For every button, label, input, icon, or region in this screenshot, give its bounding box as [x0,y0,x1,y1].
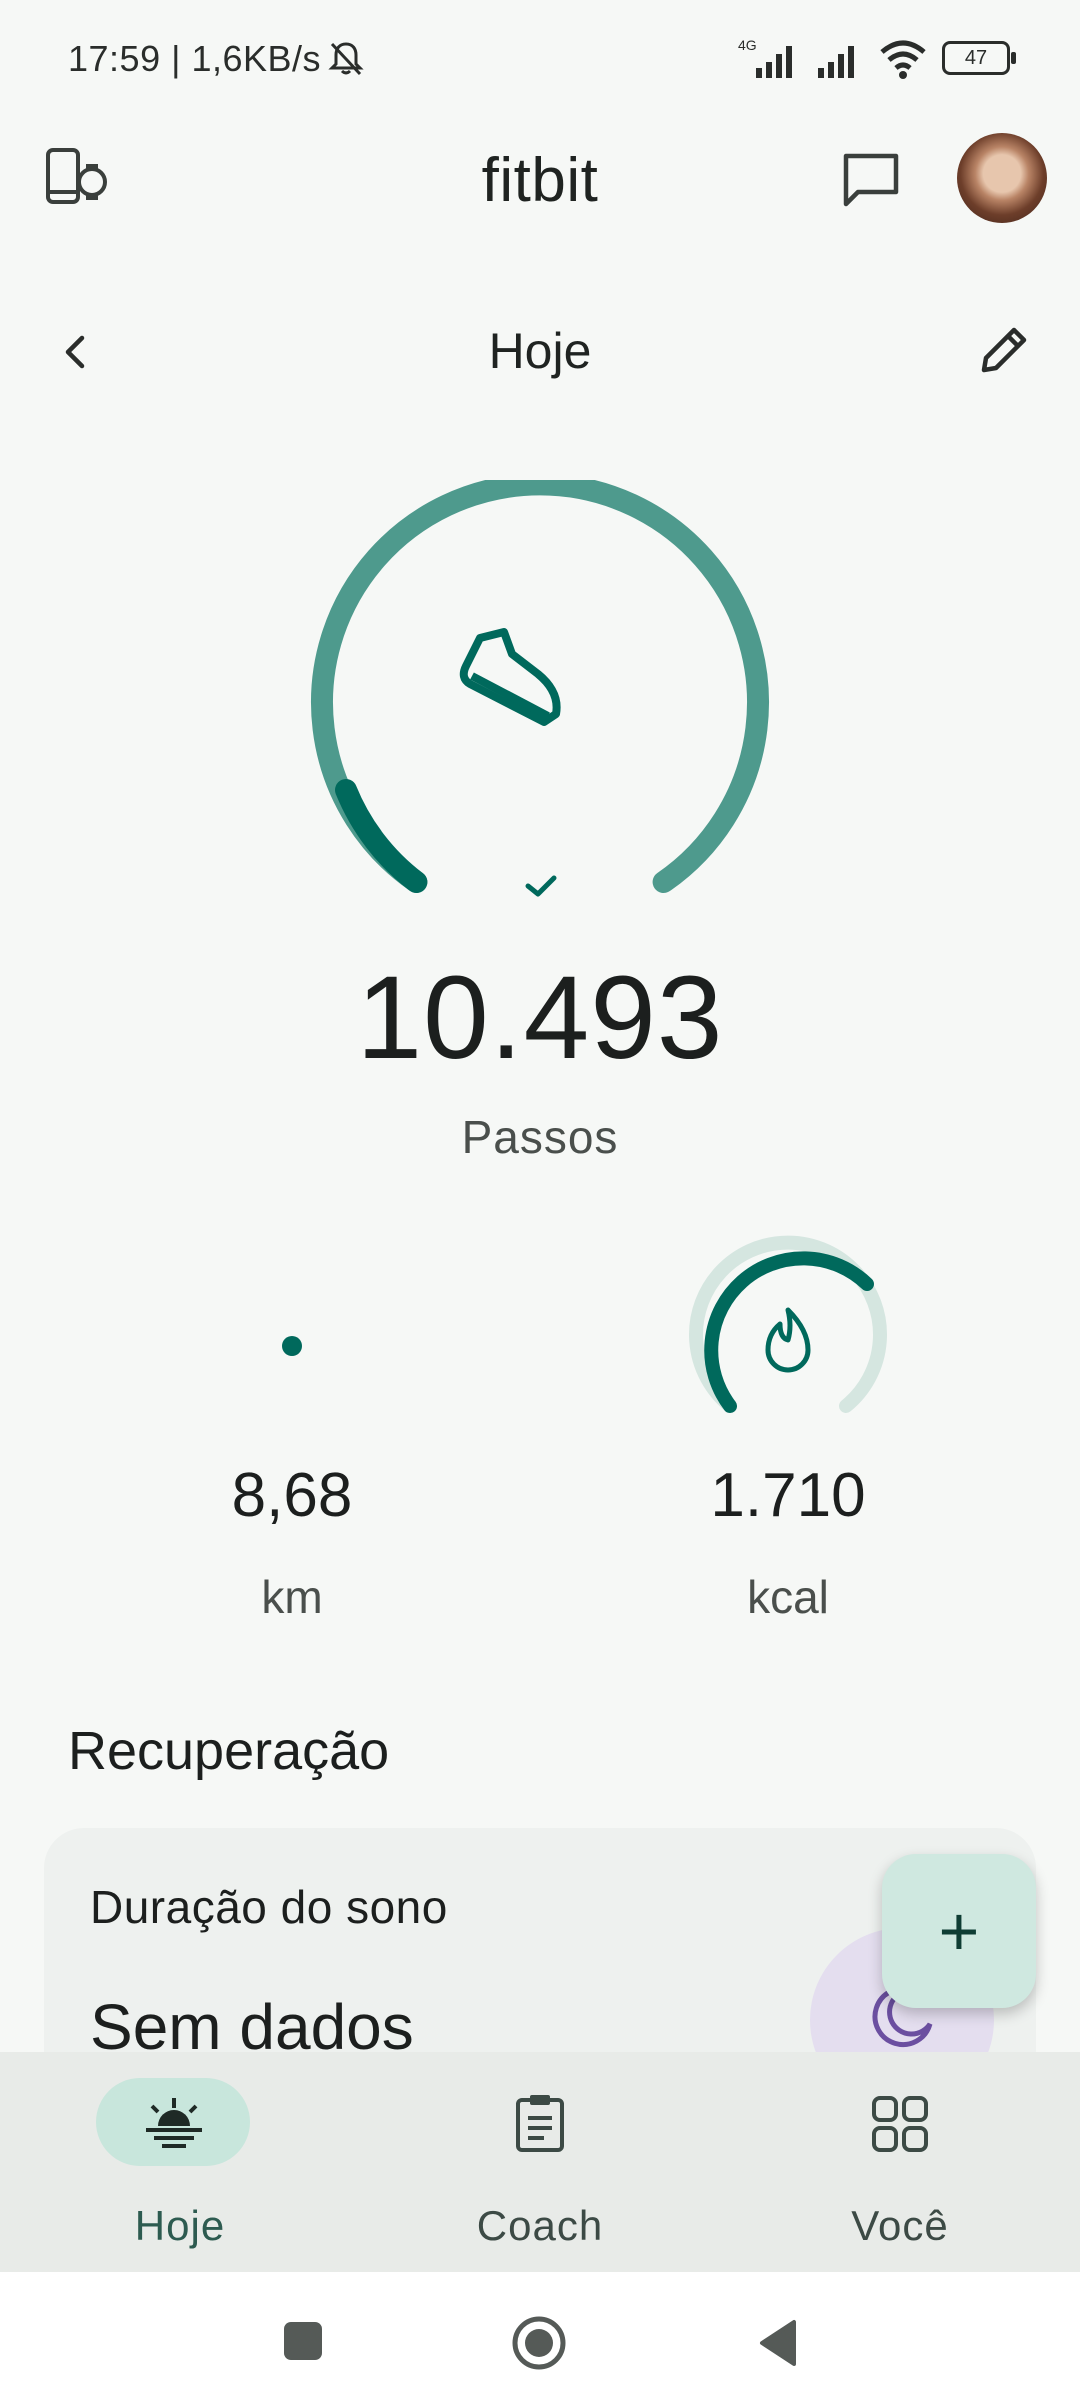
distance-stat[interactable]: 8,68 km [92,1230,492,1650]
sunrise-icon [146,2098,202,2148]
fab-label: + [938,1892,980,1970]
network-label: 4G [738,37,757,53]
home-button[interactable] [510,2314,568,2372]
steps-progress-ring[interactable] [300,480,780,920]
signal-4g-icon: 4G [738,37,792,78]
wifi-icon [880,40,926,79]
status-time-text: 17:59 | 1,6KB/s [68,38,322,79]
steps-label: Passos [461,1111,619,1163]
app-title: fitbit [481,146,599,215]
system-nav-bar [0,2272,1080,2400]
calories-unit: kcal [747,1571,829,1623]
goal-check-icon [525,875,557,897]
grid-icon [872,2096,928,2152]
calories-value: 1.710 [710,1461,866,1530]
bell-off-icon [328,42,364,76]
calories-progress-ring [689,1235,887,1413]
distance-value: 8,68 [231,1461,353,1530]
steps-value: 10.493 [356,952,724,1084]
distance-unit: km [261,1571,323,1623]
card-title: Duração do sono [90,1881,448,1933]
section-title-recovery: Recuperação [68,1721,390,1781]
signal-icon [818,46,854,78]
nav-label-voce: Você [851,2202,949,2249]
flame-icon [765,1307,811,1373]
back-button[interactable] [756,2318,800,2368]
bottom-nav: Hoje Coach Você [0,2052,1080,2272]
clipboard-icon [516,2095,564,2152]
page-title: Hoje [488,323,592,379]
battery-level: 47 [964,46,988,69]
add-fab-button[interactable]: + [882,1854,1036,2008]
recents-button[interactable] [284,2322,322,2360]
nav-item-voce[interactable]: Você [720,2052,1080,2272]
calories-stat[interactable]: 1.710 kcal [588,1230,988,1650]
status-time: 17:59 | 1,6KB/s [68,38,321,80]
edit-pencil-icon[interactable] [976,322,1032,378]
distance-progress-dot [282,1336,302,1356]
message-icon[interactable] [840,150,902,208]
nav-label-coach: Coach [476,2202,604,2249]
nav-item-hoje[interactable]: Hoje [0,2052,360,2272]
nav-item-coach[interactable]: Coach [360,2052,720,2272]
nav-label-hoje: Hoje [134,2202,226,2249]
shoe-icon [459,628,561,726]
status-icons: 4G 47 [738,34,1016,82]
battery-icon: 47 [942,41,1016,75]
avatar[interactable] [957,133,1047,223]
